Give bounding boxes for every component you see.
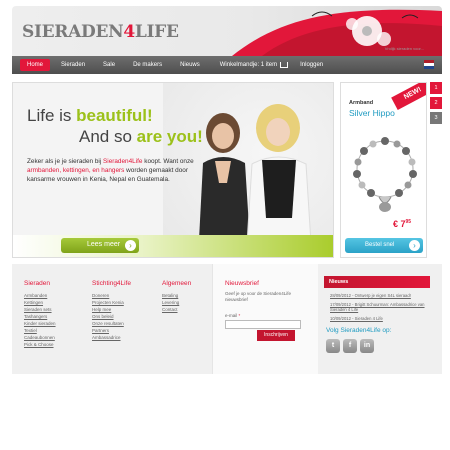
footer-link[interactable]: Partners bbox=[92, 327, 131, 334]
inschrijven-button[interactable]: Inschrijven bbox=[257, 330, 295, 341]
bestel-snel-button[interactable]: Bestel snel › bbox=[345, 238, 423, 253]
slider-pager: 1 2 3 bbox=[430, 82, 442, 124]
tagline: Vrolijk sieraden voor... bbox=[384, 46, 424, 51]
logo-main: SIERADEN bbox=[22, 22, 124, 42]
footer-link[interactable]: Tashangers bbox=[24, 313, 56, 320]
nav-sale[interactable]: Sale bbox=[96, 59, 122, 71]
logo[interactable]: SIERADEN4LIFE bbox=[22, 22, 179, 42]
news-panel: Nieuws 28/09/2012 - Ontwerp je eigen S4L… bbox=[324, 276, 442, 353]
footer: Sieraden Armbanden Kettingen Sieraden se… bbox=[12, 264, 442, 374]
bracelet-image bbox=[353, 137, 417, 212]
nav-home[interactable]: Home bbox=[20, 59, 51, 71]
follow-label: Volg Sieraden4Life op: bbox=[326, 327, 392, 334]
footer-link[interactable]: Projecten Kenia bbox=[92, 299, 131, 306]
arrow-right-icon: › bbox=[125, 240, 136, 251]
footer-link[interactable]: Onze resultaten bbox=[92, 320, 131, 327]
news-item[interactable]: 10/09/2012 - Sieraden 4 Life bbox=[330, 316, 438, 322]
col-title: Algemeen bbox=[162, 280, 192, 287]
footer-col-algemeen: Algemeen Betaling Levering Contact bbox=[162, 280, 191, 313]
woman-photo-2 bbox=[245, 104, 313, 257]
dutch-flag-icon[interactable] bbox=[424, 60, 434, 69]
product-category: Armband bbox=[349, 100, 374, 106]
footer-link[interactable]: Pick & Choose bbox=[24, 341, 56, 348]
hero-headline-1: Life is beautiful! bbox=[27, 106, 153, 125]
col-title: Sieraden bbox=[24, 280, 51, 287]
new-badge: NEW! bbox=[391, 83, 426, 111]
footer-link[interactable]: Levering bbox=[162, 299, 191, 306]
linkedin-icon[interactable]: in bbox=[360, 339, 374, 353]
nav-nieuws[interactable]: Nieuws bbox=[173, 59, 207, 71]
cart-icon bbox=[280, 62, 289, 68]
hero-banner: Life is beautiful! And so are you! Zeker… bbox=[12, 82, 334, 258]
footer-link[interactable]: Contact bbox=[162, 306, 191, 313]
hero-headline-2: And so are you! bbox=[79, 127, 203, 146]
footer-link[interactable]: Armbanden bbox=[24, 292, 56, 299]
footer-link[interactable]: Cadeaubonnen bbox=[24, 334, 56, 341]
newsletter-text: Geef je op voor de Sieraden4Life nieuwsb… bbox=[225, 291, 292, 302]
main-nav: Home Sieraden Sale De makers Nieuws Wink… bbox=[12, 56, 442, 74]
product-name: Silver Hippo bbox=[349, 108, 395, 118]
social-links: t f in bbox=[324, 339, 442, 353]
footer-link[interactable]: Kinder sieraden bbox=[24, 320, 56, 327]
email-field[interactable] bbox=[225, 320, 301, 329]
slide-3-button[interactable]: 3 bbox=[430, 112, 442, 124]
footer-link[interactable]: Ambassadrice bbox=[92, 334, 131, 341]
slide-1-button[interactable]: 1 bbox=[430, 82, 442, 94]
featured-product[interactable]: NEW! Armband Silver Hippo € 795 Bestel s… bbox=[340, 82, 427, 258]
footer-link[interactable]: Kettingen bbox=[24, 299, 56, 306]
logo-four: 4 bbox=[123, 22, 135, 42]
news-item[interactable]: 28/09/2012 - Ontwerp je eigen S4L sieraa… bbox=[330, 293, 438, 299]
logo-life: LIFE bbox=[134, 22, 179, 42]
footer-link[interactable]: Sieraden sets bbox=[24, 306, 56, 313]
footer-col-stichting: Stichting4Life Doneren Projecten Kenia H… bbox=[92, 280, 131, 341]
newsletter-box: Nieuwsbrief Geef je op voor de Sieraden4… bbox=[212, 264, 318, 374]
nav-de-makers[interactable]: De makers bbox=[126, 59, 169, 71]
footer-link[interactable]: Doneren bbox=[92, 292, 131, 299]
hero-description: Zeker als je je sieraden bij Sieraden4Li… bbox=[27, 158, 194, 183]
news-list: 28/09/2012 - Ontwerp je eigen S4L sieraa… bbox=[324, 288, 442, 321]
footer-link[interactable]: Betaling bbox=[162, 292, 191, 299]
login-link[interactable]: Inloggen bbox=[293, 59, 330, 71]
bestel-snel-label: Bestel snel bbox=[365, 242, 395, 248]
header: SIERADEN4LIFE Vrolijk sieraden voor... bbox=[12, 6, 442, 56]
lees-meer-button[interactable]: Lees meer › bbox=[61, 238, 139, 253]
footer-link[interactable]: Help mee bbox=[92, 306, 131, 313]
col-title: Stichting4Life bbox=[92, 280, 132, 287]
nav-sieraden[interactable]: Sieraden bbox=[54, 59, 92, 71]
footer-link[interactable]: Ons beleid bbox=[92, 313, 131, 320]
slide-2-button[interactable]: 2 bbox=[430, 97, 442, 109]
arrow-right-icon: › bbox=[409, 240, 420, 251]
product-price: € 795 bbox=[393, 219, 412, 229]
email-label: e-mail * bbox=[225, 313, 241, 318]
cart-label: Winkelmandje: 1 item bbox=[219, 62, 278, 68]
news-item[interactable]: 17/09/2012 - Brigitt Schuurman: Ambassad… bbox=[330, 302, 438, 313]
twitter-icon[interactable]: t bbox=[326, 339, 340, 353]
cart-link[interactable]: Winkelmandje: 1 item bbox=[215, 59, 293, 71]
footer-link[interactable]: Textiel bbox=[24, 327, 56, 334]
lees-meer-label: Lees meer bbox=[87, 241, 121, 248]
footer-col-sieraden: Sieraden Armbanden Kettingen Sieraden se… bbox=[24, 280, 56, 348]
facebook-icon[interactable]: f bbox=[343, 339, 357, 353]
newsletter-title: Nieuwsbrief bbox=[225, 280, 259, 287]
news-header: Nieuws bbox=[324, 276, 430, 288]
